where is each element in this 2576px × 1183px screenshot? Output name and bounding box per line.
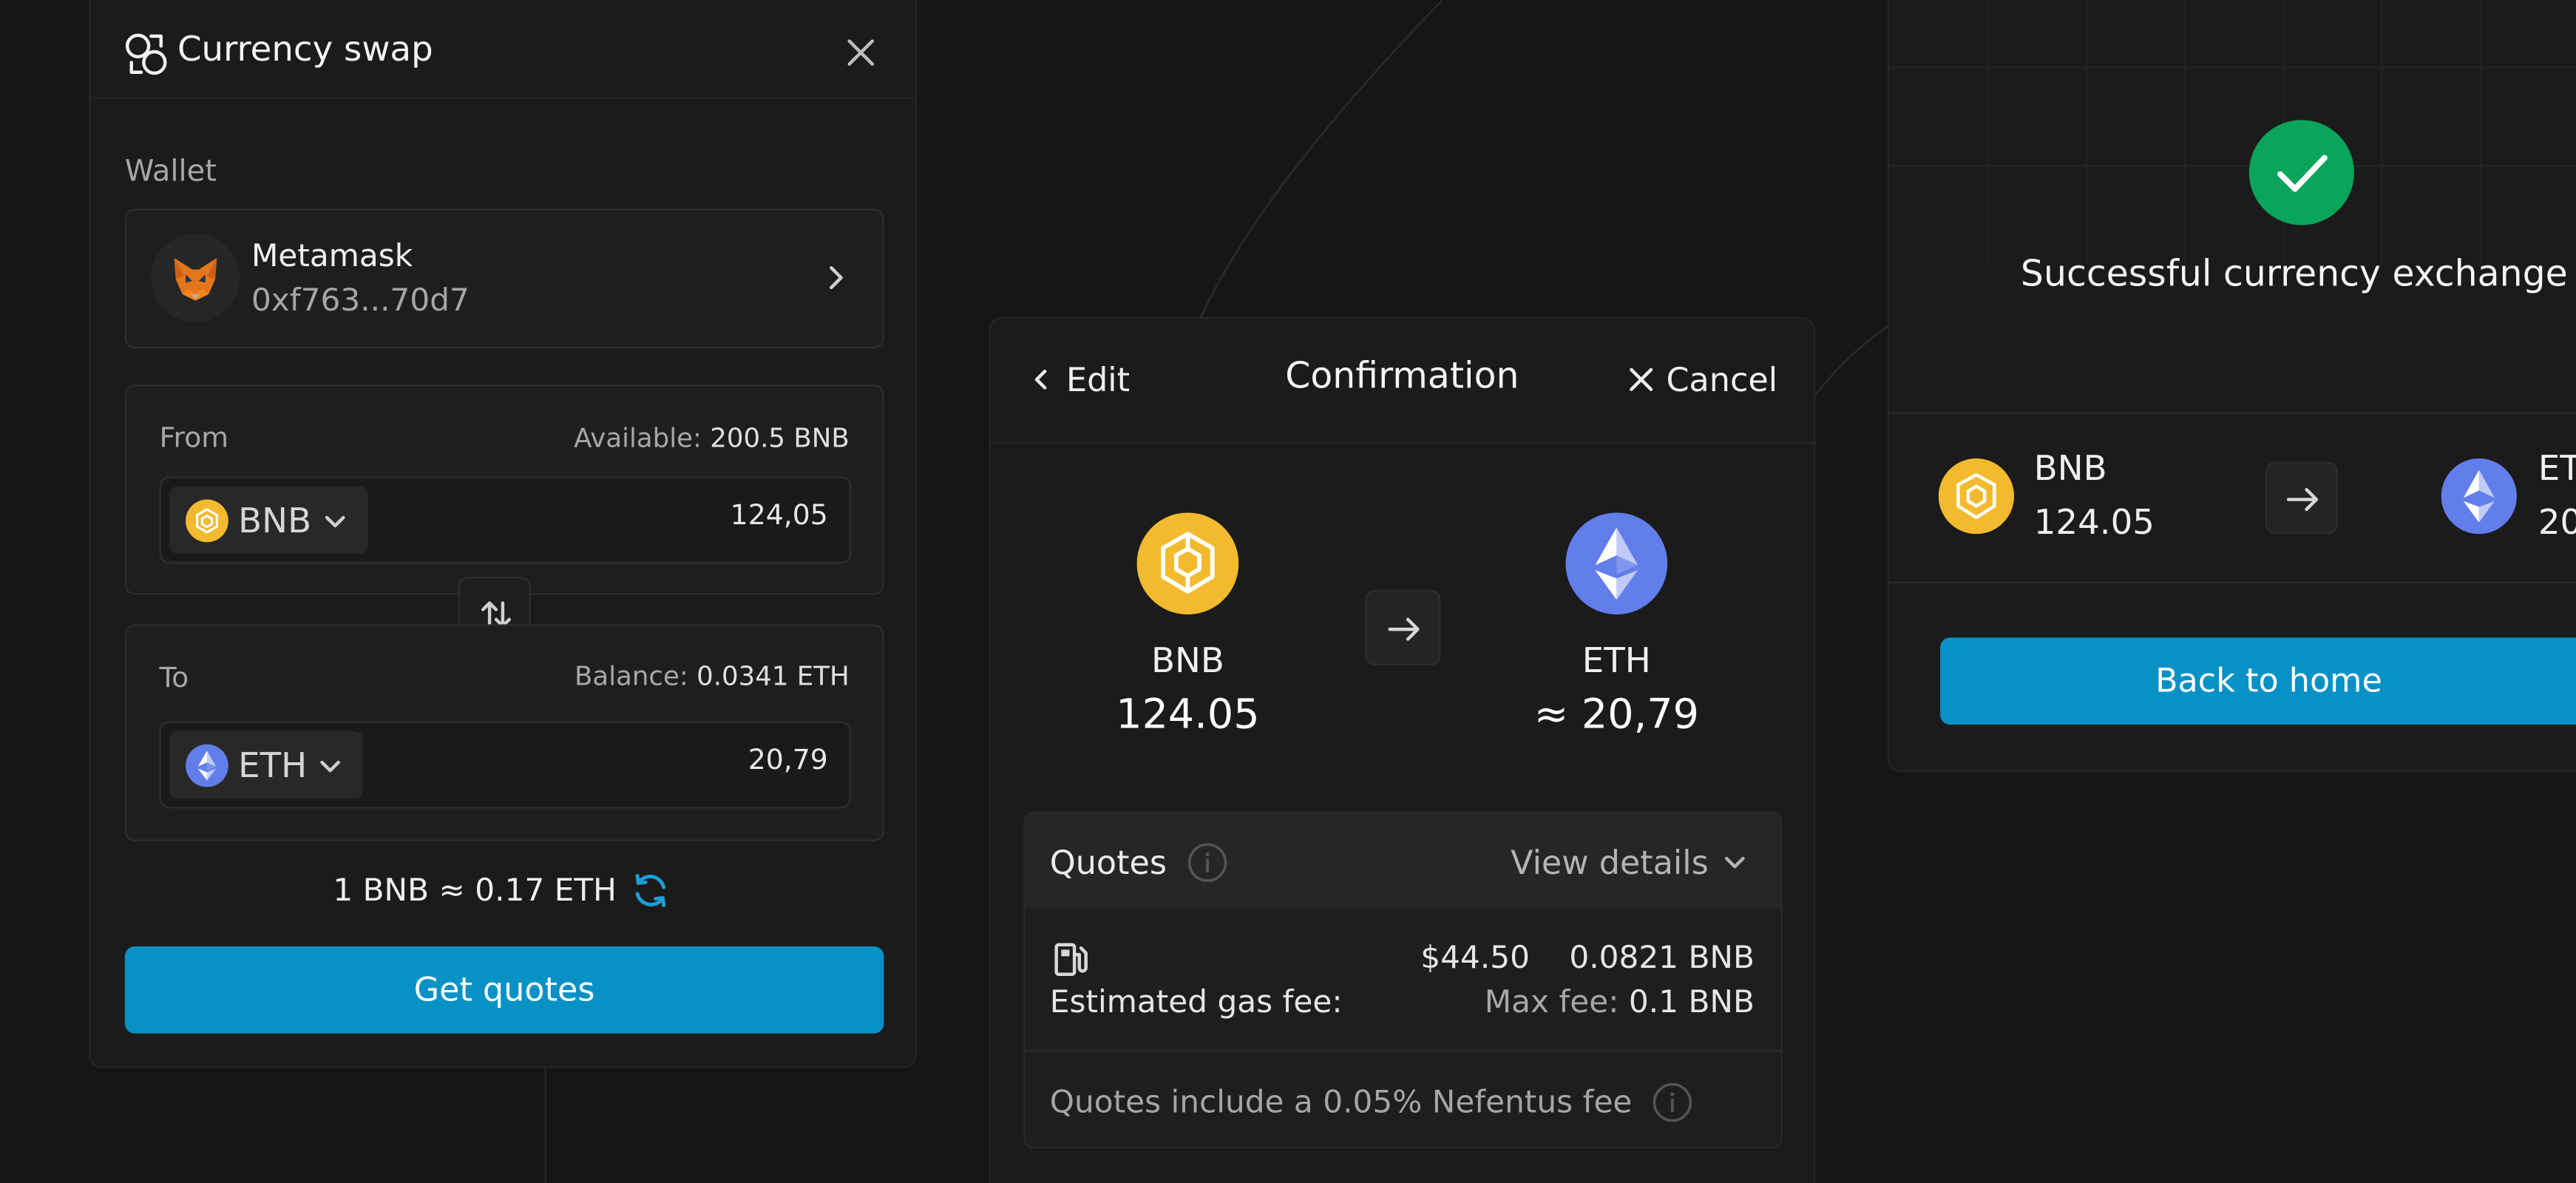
from-amount-input[interactable]: [532, 499, 828, 532]
check-icon: [2248, 120, 2354, 226]
cancel-button[interactable]: Cancel: [1627, 360, 1777, 399]
wallet-address: 0xf763...70d7: [251, 282, 470, 319]
currency-swap-panel: Currency swap Wallet Metamask 0xf763...7…: [88, 0, 917, 1068]
info-icon[interactable]: [1652, 1081, 1695, 1124]
eth-coin-icon: [2441, 458, 2517, 535]
confirmation-panel: Confirmation Edit Cancel BNB 124.05 ETH …: [989, 316, 1816, 1183]
close-icon[interactable]: [843, 35, 879, 71]
available-value: 200.5 BNB: [710, 422, 850, 454]
bnb-coin-icon: [1136, 512, 1239, 615]
divider: [1889, 412, 2576, 414]
gas-fee-usd: $44.50: [1420, 940, 1531, 976]
gas-fee-values: $44.50 0.0821 BNB: [1420, 940, 1755, 976]
to-label: To: [159, 662, 189, 695]
chevron-down-icon: [1724, 856, 1745, 869]
get-quotes-button[interactable]: Get quotes: [124, 946, 884, 1034]
confirm-to-amount: ≈ 20,79: [1533, 690, 1699, 738]
view-details-label: View details: [1511, 842, 1709, 883]
gas-fee-label: Estimated gas fee:: [1049, 984, 1343, 1020]
cancel-label: Cancel: [1666, 359, 1778, 399]
bnb-coin-icon: [186, 498, 228, 542]
from-amount-field: BNB: [159, 476, 851, 564]
metamask-fox-icon: [151, 233, 240, 322]
wallet-name: Metamask: [251, 238, 413, 275]
info-icon[interactable]: [1186, 841, 1229, 884]
to-amount-field: ETH: [159, 721, 851, 809]
to-token-symbol: ETH: [238, 745, 308, 785]
to-section: To Balance: 0.0341 ETH ETH: [124, 624, 884, 841]
from-section: From Available: 200.5 BNB BNB: [124, 384, 884, 595]
gas-pump-icon: [1054, 943, 1088, 976]
divider: [1889, 581, 2576, 583]
edit-button[interactable]: Edit: [1030, 360, 1130, 399]
quotes-title: Quotes: [1049, 842, 1167, 883]
confirm-from-token: BNB 124.05: [1057, 512, 1320, 738]
edit-label: Edit: [1066, 359, 1131, 399]
wallet-label: Wallet: [124, 154, 217, 189]
chevron-left-icon: [1034, 369, 1047, 390]
confirm-from-symbol: BNB: [1150, 640, 1224, 680]
chevron-right-icon: [830, 265, 843, 290]
confirm-to-token: ETH ≈ 20,79: [1485, 512, 1749, 738]
success-to-amount: 20,79: [2538, 502, 2576, 543]
chevron-down-icon: [324, 515, 345, 527]
to-amount-input[interactable]: [532, 744, 828, 778]
max-fee-label: Max fee:: [1484, 984, 1619, 1020]
fee-note-text: Quotes include a 0.05% Nefentus fee: [1049, 1084, 1633, 1121]
confirmation-header: Confirmation Edit Cancel: [990, 319, 1814, 444]
max-fee: Max fee: 0.1 BNB: [1485, 984, 1755, 1020]
exchange-rate-text: 1 BNB ≈ 0.17 ETH: [333, 872, 617, 909]
back-to-home-button[interactable]: Back to home: [1940, 637, 2576, 725]
gas-fee-bnb: 0.0821 BNB: [1569, 940, 1755, 976]
close-icon: [1630, 367, 1653, 391]
from-label: From: [159, 422, 229, 455]
from-token-select[interactable]: BNB: [169, 486, 367, 554]
available-balance: Available: 200.5 BNB: [574, 422, 850, 453]
balance-label: Balance:: [574, 660, 688, 692]
to-token-select[interactable]: ETH: [169, 731, 363, 799]
chevron-down-icon: [320, 759, 340, 772]
refresh-icon[interactable]: [630, 870, 673, 912]
view-details-toggle[interactable]: View details: [1511, 843, 1748, 882]
arrow-right-icon: [2265, 461, 2338, 535]
to-balance: Balance: 0.0341 ETH: [574, 660, 850, 691]
swap-panel-title: Currency swap: [177, 29, 433, 70]
success-from-symbol: BNB: [2033, 448, 2107, 488]
currency-swap-icon: [125, 33, 167, 75]
bnb-coin-icon: [1938, 458, 2015, 535]
success-to-symbol: ETH: [2538, 448, 2576, 488]
grid-background: [1889, 0, 2576, 265]
eth-coin-icon: [186, 743, 228, 787]
success-from-amount: 124.05: [2033, 502, 2155, 543]
from-token-symbol: BNB: [238, 500, 312, 540]
available-label: Available:: [574, 422, 702, 454]
balance-value: 0.0341 ETH: [696, 660, 850, 692]
quotes-box: Quotes View details Estimated gas fee: $…: [1023, 811, 1783, 1149]
canvas: Currency swap Wallet Metamask 0xf763...7…: [0, 0, 2576, 1183]
quotes-header: Quotes View details: [1025, 813, 1781, 909]
swap-panel-header: Currency swap: [90, 1, 915, 99]
confirm-from-amount: 124.05: [1116, 690, 1260, 738]
fee-note: Quotes include a 0.05% Nefentus fee: [1050, 1081, 1695, 1124]
wallet-selector[interactable]: Metamask 0xf763...70d7: [124, 209, 884, 349]
success-message: Successful currency exchange: [2020, 254, 2568, 296]
exchange-rate: 1 BNB ≈ 0.17 ETH: [90, 870, 915, 912]
max-fee-value: 0.1 BNB: [1628, 984, 1755, 1020]
confirm-to-symbol: ETH: [1582, 640, 1651, 680]
success-panel: Successful currency exchange BNB 124.05 …: [1887, 0, 2576, 773]
divider: [1025, 1049, 1781, 1052]
eth-coin-icon: [1565, 512, 1668, 615]
arrow-right-icon: [1365, 589, 1441, 665]
